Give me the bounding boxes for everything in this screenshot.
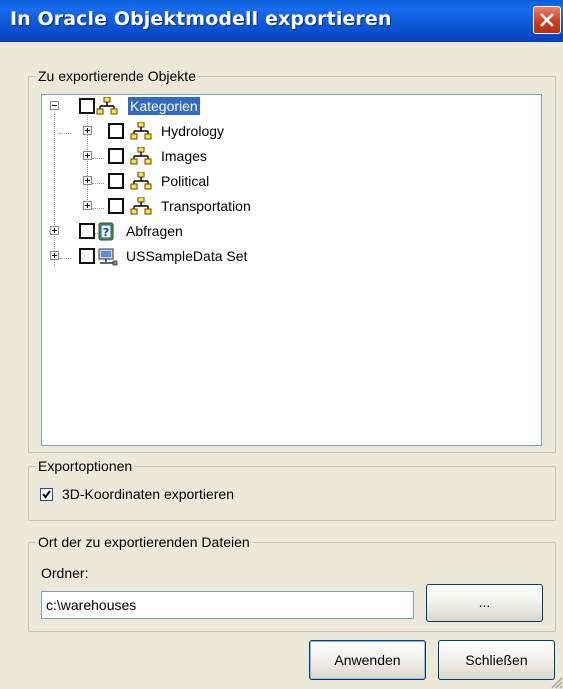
export-options-legend: Exportoptionen	[38, 458, 133, 474]
tree-node-hydrology[interactable]: Hydrology	[42, 122, 342, 140]
apply-button[interactable]: Anwenden	[309, 640, 426, 680]
apply-button-label: Anwenden	[334, 652, 401, 668]
folder-input[interactable]	[42, 592, 413, 618]
tree-node-transportation[interactable]: Transportation	[42, 197, 362, 215]
tree-node-label: Political	[161, 173, 210, 189]
tree-node-kategorien[interactable]: Kategorien	[42, 97, 302, 115]
tree-node-ussampledata-set[interactable]: USSampleData Set	[42, 247, 342, 266]
expand-toggle[interactable]	[83, 201, 92, 210]
expand-toggle[interactable]	[83, 126, 92, 135]
close-button[interactable]	[533, 6, 561, 34]
category-icon	[130, 197, 152, 215]
tree-node-label: Images	[161, 148, 207, 164]
expand-toggle[interactable]	[83, 176, 92, 185]
folder-label: Ordner:	[41, 565, 89, 581]
expand-toggle[interactable]	[50, 251, 59, 260]
location-group-legend: Ort der zu exportierenden Dateien	[38, 534, 250, 550]
collapse-toggle[interactable]	[50, 101, 59, 110]
tree-node-label: Hydrology	[161, 123, 225, 139]
close-icon	[540, 13, 554, 27]
folder-input-box[interactable]	[41, 591, 414, 619]
tree-node-checkbox[interactable]	[108, 198, 124, 214]
tree-node-images[interactable]: Images	[42, 147, 342, 165]
checkmark-icon	[42, 490, 51, 499]
expand-toggle[interactable]	[83, 151, 92, 160]
tree-node-political[interactable]: Political	[42, 172, 342, 190]
tree-node-label: USSampleData Set	[126, 248, 248, 264]
window-title: In Oracle Objektmodell exportieren	[10, 8, 392, 30]
object-tree[interactable]: Kategorien Hydrology Images Political Tr…	[41, 94, 542, 446]
tree-node-checkbox[interactable]	[79, 98, 95, 114]
close-dialog-button-label: Schließen	[465, 652, 528, 668]
tree-node-label: Kategorien	[128, 97, 200, 115]
objects-group-legend: Zu exportierende Objekte	[38, 68, 196, 84]
export-3d-checkbox[interactable]	[40, 488, 53, 501]
browse-button[interactable]: ...	[426, 584, 543, 622]
close-dialog-button[interactable]: Schließen	[438, 640, 555, 680]
expand-toggle[interactable]	[50, 226, 59, 235]
category-icon	[130, 172, 152, 190]
tree-node-checkbox[interactable]	[79, 223, 95, 239]
browse-button-label: ...	[478, 594, 491, 610]
category-icon	[130, 147, 152, 165]
category-icon	[96, 97, 118, 115]
tree-node-checkbox[interactable]	[108, 173, 124, 189]
title-bar: In Oracle Objektmodell exportieren	[0, 0, 563, 42]
svg-text:?: ?	[103, 226, 109, 239]
resize-grip-icon[interactable]	[549, 675, 563, 689]
tree-node-label: Abfragen	[126, 223, 183, 239]
export-3d-label[interactable]: 3D-Koordinaten exportieren	[62, 486, 234, 502]
tree-node-checkbox[interactable]	[108, 148, 124, 164]
tree-node-checkbox[interactable]	[108, 123, 124, 139]
tree-node-label: Transportation	[161, 198, 251, 214]
tree-node-abfragen[interactable]: ? Abfragen	[42, 222, 302, 241]
query-icon: ?	[98, 222, 114, 241]
dataset-icon	[98, 248, 118, 266]
tree-node-checkbox[interactable]	[79, 248, 95, 264]
category-icon	[130, 122, 152, 140]
